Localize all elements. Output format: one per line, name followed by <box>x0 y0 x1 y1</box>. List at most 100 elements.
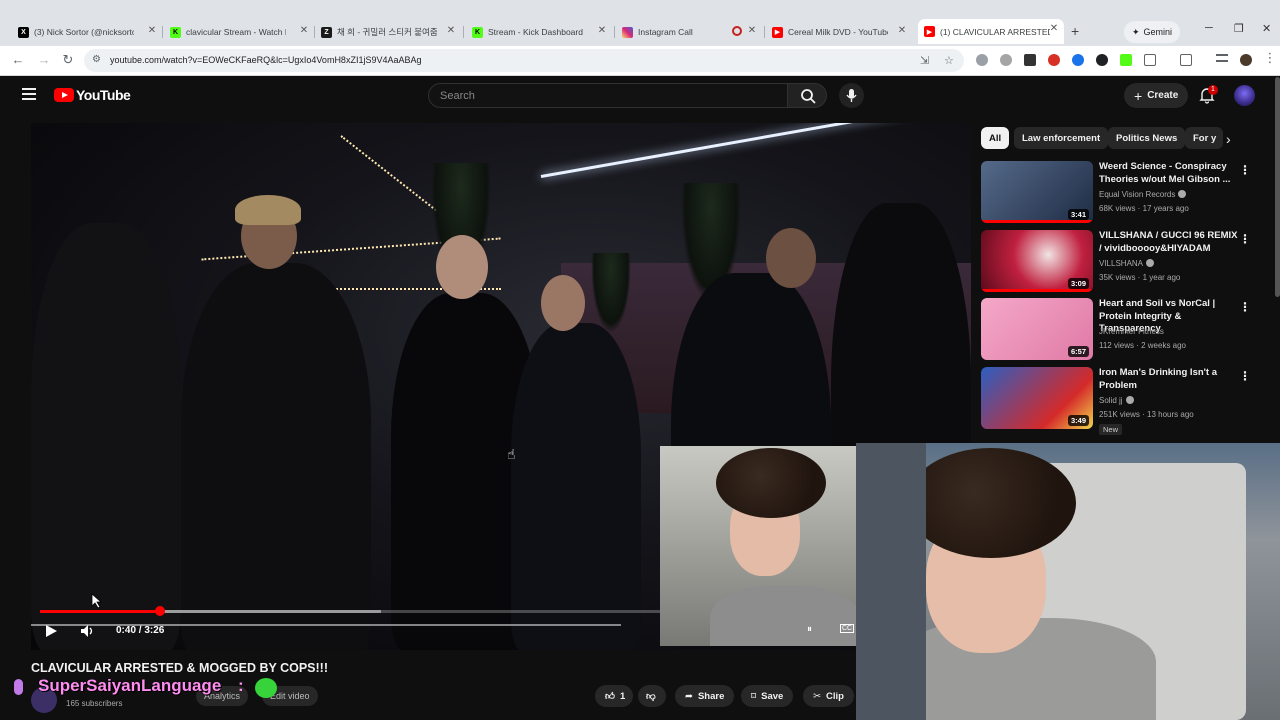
extension-icon[interactable] <box>1024 54 1036 66</box>
screen: X (3) Nick Sortor (@nicksortor) ✕ K clav… <box>0 0 1280 720</box>
browser-menu-icon[interactable]: ⋮ <box>1262 50 1278 66</box>
account-avatar[interactable] <box>1234 85 1255 106</box>
play-icon[interactable] <box>43 623 59 639</box>
recommendation-channel[interactable]: JKremmer Fitness <box>1099 327 1164 336</box>
recommendation-channel[interactable]: Solid jj <box>1099 396 1134 405</box>
chat-overlay-colon: : <box>238 676 244 695</box>
extension-icon[interactable] <box>1072 54 1084 66</box>
plus-icon: + <box>1134 87 1143 104</box>
new-tab-button[interactable]: + <box>1071 23 1079 39</box>
create-button[interactable]: + Create <box>1124 83 1189 108</box>
extension-icon[interactable] <box>976 54 988 66</box>
progress-bar[interactable] <box>40 606 660 616</box>
browser-tab-active[interactable]: ▶ (1) CLAVICULAR ARRESTED & ✕ <box>918 19 1064 44</box>
mouse-cursor-icon: ☝ <box>507 446 516 462</box>
more-options-icon[interactable]: ⋮ <box>1239 232 1251 246</box>
page-scrollbar[interactable] <box>1275 77 1280 297</box>
install-icon[interactable]: ⇲ <box>920 54 929 67</box>
clip-button[interactable]: ✂ Clip <box>803 685 854 707</box>
recommended-video[interactable]: 3:09 VILLSHANA / GUCCI 96 REMIX / vividb… <box>981 230 1261 292</box>
captions-icon[interactable]: CC <box>840 624 855 633</box>
more-options-icon[interactable]: ⋮ <box>1239 163 1251 177</box>
chip-for-you[interactable]: For y <box>1185 127 1223 149</box>
video-thumbnail[interactable]: 3:49 <box>981 367 1093 429</box>
gemini-button[interactable]: ✦ Gemini <box>1124 21 1181 43</box>
chip-all[interactable]: All <box>981 127 1010 149</box>
share-arrow-icon: ➦ <box>685 690 693 702</box>
close-tab-icon[interactable]: ✕ <box>596 25 608 36</box>
close-tab-icon[interactable]: ✕ <box>146 25 158 36</box>
menu-icon[interactable] <box>22 88 36 100</box>
tab-label: (1) CLAVICULAR ARRESTED & <box>940 26 1050 37</box>
notification-count-badge: 1 <box>1208 85 1218 95</box>
reload-icon[interactable]: ↻ <box>60 52 76 68</box>
recommendation-channel[interactable]: VILLSHANA <box>1099 259 1155 268</box>
video-thumbnail[interactable]: 6:57 <box>981 298 1093 360</box>
webcam-overlay-large <box>856 443 1280 720</box>
forward-icon[interactable]: → <box>36 52 52 67</box>
url-text: youtube.com/watch?v=EOWeCKFaeRQ&lc=UgxIo… <box>110 55 422 65</box>
recommendation-meta: 68K views · 17 years ago <box>1099 204 1189 213</box>
site-info-icon[interactable]: ⚙ <box>92 54 104 66</box>
recommendation-title[interactable]: VILLSHANA / GUCCI 96 REMIX / vividbooooy… <box>1099 230 1239 255</box>
extension-icon[interactable] <box>1000 54 1012 66</box>
tab-label: Stream - Kick Dashboard <box>488 27 583 37</box>
close-window-icon[interactable]: ✕ <box>1262 22 1271 35</box>
restore-icon[interactable]: ❐ <box>1234 22 1244 35</box>
more-options-icon[interactable]: ⋮ <box>1239 369 1251 383</box>
minimize-icon[interactable]: ─ <box>1205 22 1213 34</box>
back-icon[interactable]: ← <box>10 52 26 67</box>
close-tab-icon[interactable]: ✕ <box>445 25 457 36</box>
close-tab-icon[interactable]: ✕ <box>746 25 758 36</box>
close-tab-icon[interactable]: ✕ <box>298 25 310 36</box>
close-tab-icon[interactable]: ✕ <box>1048 23 1060 34</box>
youtube-logo-icon: ▶ <box>924 26 935 37</box>
browser-tab[interactable]: X (3) Nick Sortor (@nicksortor) ✕ <box>18 21 158 43</box>
search-input[interactable]: Search <box>428 83 788 108</box>
close-tab-icon[interactable]: ✕ <box>896 25 908 36</box>
browser-tab[interactable]: K clavicular Stream - Watch Live ✕ <box>170 21 310 43</box>
tab-label: Cereal Milk DVD - YouTube <box>788 27 888 37</box>
tab-search-icon[interactable] <box>1216 54 1228 62</box>
tab-label: 채 희 - 귀밀러 스티커 붙여줌 <box>337 27 437 37</box>
puzzle-extensions-icon[interactable] <box>1144 54 1156 66</box>
bookmark-star-icon[interactable]: ☆ <box>944 54 954 67</box>
chip-politics-news[interactable]: Politics News <box>1108 127 1186 149</box>
browser-tab[interactable]: Z 채 희 - 귀밀러 스티커 붙여줌 ✕ <box>321 21 457 43</box>
browser-tab[interactable]: ▶ Cereal Milk DVD - YouTube ✕ <box>772 21 908 43</box>
search-button[interactable] <box>787 83 827 108</box>
video-thumbnail[interactable]: 3:41 <box>981 161 1093 223</box>
browser-tab-strip: X (3) Nick Sortor (@nicksortor) ✕ K clav… <box>0 0 1280 46</box>
youtube-logo[interactable]: YouTube <box>54 87 131 103</box>
kick-extension-icon[interactable] <box>1120 54 1132 66</box>
recommended-video[interactable]: 6:57 Heart and Soil vs NorCal | Protein … <box>981 298 1261 360</box>
recommendation-title[interactable]: Weerd Science - Conspiracy Theories w/ou… <box>1099 161 1239 186</box>
recommendation-title[interactable]: Iron Man's Drinking Isn't a Problem <box>1099 367 1239 392</box>
more-options-icon[interactable]: ⋮ <box>1239 300 1251 314</box>
voice-search-button[interactable] <box>839 83 864 108</box>
save-button[interactable]: ⌑ Save <box>741 685 794 707</box>
like-button[interactable]: 👍︎ 1 <box>595 685 634 707</box>
browser-tab[interactable]: Instagram Call ✕ <box>622 21 758 43</box>
chevron-right-icon[interactable]: › <box>1226 131 1231 147</box>
microphone-icon <box>14 679 23 695</box>
address-bar[interactable]: ⚙ youtube.com/watch?v=EOWeCKFaeRQ&lc=Ugx… <box>84 49 964 72</box>
pause-icon[interactable]: ⏸ <box>807 624 812 635</box>
dislike-button[interactable]: 👎︎ <box>638 685 666 707</box>
extension-icon[interactable] <box>1096 54 1108 66</box>
recommended-video[interactable]: 3:41 Weerd Science - Conspiracy Theories… <box>981 161 1261 223</box>
share-button[interactable]: ➦ Share <box>675 685 735 707</box>
profile-avatar[interactable] <box>1240 54 1252 66</box>
extension-icon[interactable] <box>1048 54 1060 66</box>
side-panel-icon[interactable] <box>1180 54 1192 66</box>
video-title: CLAVICULAR ARRESTED & MOGGED BY COPS!!! <box>31 661 328 675</box>
recommendation-meta: 112 views · 2 weeks ago <box>1099 341 1187 350</box>
volume-icon[interactable] <box>79 623 95 639</box>
browser-tab[interactable]: K Stream - Kick Dashboard ✕ <box>472 21 608 43</box>
recommended-video[interactable]: 3:49 Iron Man's Drinking Isn't a Problem… <box>981 367 1261 435</box>
recommendation-channel[interactable]: Equal Vision Records <box>1099 190 1187 199</box>
video-thumbnail[interactable]: 3:09 <box>981 230 1093 292</box>
x-logo-icon: X <box>18 26 29 38</box>
youtube-logo-icon: ▶ <box>772 26 783 38</box>
chip-law-enforcement[interactable]: Law enforcement <box>1014 127 1109 149</box>
